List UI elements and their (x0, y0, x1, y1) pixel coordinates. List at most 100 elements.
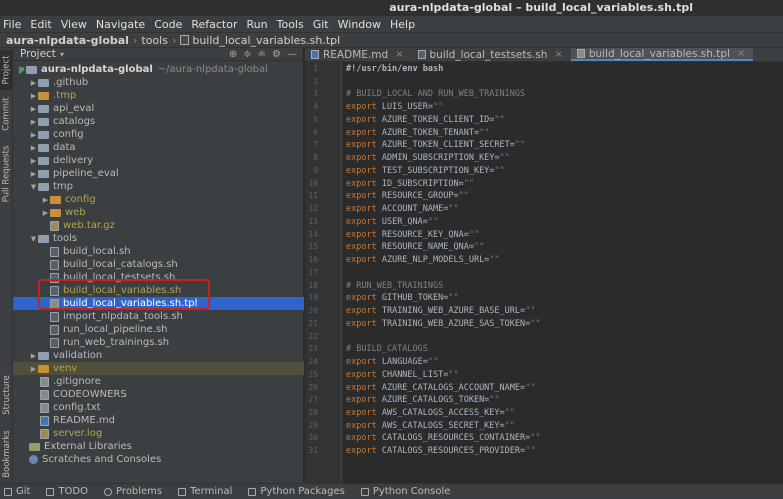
tree-item-config-txt[interactable]: config.txt (13, 401, 304, 414)
menu-help[interactable]: Help (390, 18, 415, 31)
shell-file-icon (50, 324, 59, 335)
tree-item-tmp-hidden[interactable]: ▶ .tmp (13, 89, 304, 102)
chevron-right-icon[interactable]: ▶ (29, 131, 38, 139)
chevron-down-icon[interactable]: ▾ (60, 50, 64, 59)
tree-item-venv[interactable]: ▶ venv (13, 362, 304, 375)
code-line: export GITHUB_TOKEN="" (346, 293, 459, 304)
status-python-packages[interactable]: Python Packages (248, 486, 345, 497)
code-line: #!/usr/bin/env bash (346, 64, 444, 74)
code-line: export CATALOGS_RESOURCES_CONTAINER="" (346, 433, 541, 444)
chevron-right-icon[interactable]: ▶ (41, 209, 50, 217)
menu-tools[interactable]: Tools (277, 18, 304, 31)
tab-readme[interactable]: README.md × (305, 48, 412, 61)
tab-build-local-variables-tpl[interactable]: build_local_variables.sh.tpl × (570, 48, 754, 61)
tree-item-tools[interactable]: ▼ tools (13, 232, 304, 245)
menu-window[interactable]: Window (338, 18, 381, 31)
tree-item-gitignore[interactable]: .gitignore (13, 375, 304, 388)
status-python-console[interactable]: Python Console (360, 486, 450, 497)
tree-item-api-eval[interactable]: ▶ api_eval (13, 102, 304, 115)
tree-item-run-web-trainings[interactable]: run_web_trainings.sh (13, 336, 304, 349)
code-line: # RUN_WEB_TRAININGS (346, 280, 444, 291)
chevron-right-icon: › (171, 33, 177, 47)
tree-item-run-local-pipeline[interactable]: run_local_pipeline.sh (13, 323, 304, 336)
close-icon[interactable]: × (737, 48, 745, 59)
gear-icon[interactable]: ⚙ (272, 49, 281, 60)
menu-view[interactable]: View (61, 18, 87, 31)
tree-item-config[interactable]: ▶ config (13, 128, 304, 141)
chevron-down-icon[interactable]: ▼ (29, 183, 38, 191)
tree-item-tmp-config[interactable]: ▶ config (13, 193, 304, 206)
tree-item-import-nlpdata-tools[interactable]: import_nlpdata_tools.sh (13, 310, 304, 323)
chevron-right-icon[interactable]: ▶ (29, 352, 38, 360)
menu-edit[interactable]: Edit (30, 18, 51, 31)
close-icon[interactable]: × (554, 49, 562, 60)
tree-item-build-local-catalogs[interactable]: build_local_catalogs.sh (13, 258, 304, 271)
breadcrumb-folder[interactable]: tools (141, 34, 168, 47)
folder-icon (38, 234, 49, 243)
tool-tab-commit[interactable]: Commit (0, 94, 13, 134)
expand-all-icon[interactable]: ≑ (243, 49, 251, 60)
close-icon[interactable]: × (395, 49, 403, 60)
collapse-all-icon[interactable]: ≐ (258, 49, 266, 60)
tree-item-external-libraries[interactable]: External Libraries (13, 440, 304, 453)
tree-item-tmp-web[interactable]: ▶ web (13, 206, 304, 219)
breadcrumb: aura-nlpdata-global › tools › build_loca… (0, 32, 783, 48)
tree-item-server-log[interactable]: server.log (13, 427, 304, 440)
chevron-right-icon[interactable]: ▶ (29, 105, 38, 113)
status-todo[interactable]: TODO (46, 486, 88, 497)
status-problems[interactable]: Problems (104, 486, 162, 497)
tool-tab-project[interactable]: Project (0, 50, 13, 90)
chevron-right-icon[interactable]: ▶ (29, 79, 38, 87)
run-icon[interactable] (19, 66, 25, 74)
chevron-right-icon[interactable]: ▶ (29, 118, 38, 126)
chevron-right-icon[interactable]: ▶ (29, 92, 38, 100)
tree-item-readme[interactable]: README.md (13, 414, 304, 427)
tree-item-catalogs[interactable]: ▶ catalogs (13, 115, 304, 128)
menu-git[interactable]: Git (313, 18, 329, 31)
chevron-right-icon[interactable]: ▶ (41, 196, 50, 204)
chevron-down-icon[interactable]: ▼ (29, 235, 38, 243)
tree-item-delivery[interactable]: ▶ delivery (13, 154, 304, 167)
breadcrumb-file[interactable]: build_local_variables.sh.tpl (192, 34, 340, 47)
line-number: 13 (308, 216, 318, 226)
menu-navigate[interactable]: Navigate (96, 18, 145, 31)
breadcrumb-project[interactable]: aura-nlpdata-global (6, 34, 129, 47)
tool-tab-bookmarks[interactable]: Bookmarks (0, 428, 13, 480)
menu-file[interactable]: File (3, 18, 21, 31)
status-terminal[interactable]: Terminal (178, 486, 232, 497)
menu-run[interactable]: Run (247, 18, 268, 31)
tree-item-root[interactable]: ▼ aura-nlpdata-global ~/aura-nlpdata-glo… (13, 63, 304, 76)
shell-file-icon (50, 259, 59, 270)
tree-item-github[interactable]: ▶ .github (13, 76, 304, 89)
chevron-right-icon[interactable]: ▶ (29, 157, 38, 165)
code-line: export AZURE_NLP_MODELS_URL="" (346, 255, 500, 266)
tree-item-pipeline-eval[interactable]: ▶ pipeline_eval (13, 167, 304, 180)
tool-tab-pull-requests[interactable]: Pull Requests (0, 140, 13, 208)
git-icon (4, 487, 12, 496)
tree-item-web-tar-gz[interactable]: web.tar.gz (13, 219, 304, 232)
markdown-file-icon (311, 50, 319, 59)
chevron-right-icon[interactable]: ▶ (29, 144, 38, 152)
chevron-right-icon[interactable]: ▶ (29, 365, 38, 373)
menu-refactor[interactable]: Refactor (191, 18, 237, 31)
code-editor[interactable]: #!/usr/bin/env bash # BUILD_LOCAL AND RUN… (343, 62, 783, 483)
project-panel-header: Project ▾ ⊕ ≑ ≐ ⚙ — (13, 48, 303, 61)
status-git[interactable]: Git (4, 486, 30, 497)
markdown-file-icon (40, 415, 49, 426)
tool-tab-structure[interactable]: Structure (0, 370, 13, 420)
tree-item-data[interactable]: ▶ data (13, 141, 304, 154)
minimize-icon[interactable]: — (287, 49, 297, 60)
tree-item-build-local[interactable]: build_local.sh (13, 245, 304, 258)
folder-icon (38, 182, 49, 191)
tree-item-codeowners[interactable]: CODEOWNERS (13, 388, 304, 401)
chevron-right-icon[interactable]: ▶ (29, 170, 38, 178)
folder-icon (38, 91, 49, 100)
tree-item-validation[interactable]: ▶ validation (13, 349, 304, 362)
tree-item-scratches[interactable]: Scratches and Consoles (13, 453, 304, 466)
project-panel-title[interactable]: Project (20, 48, 56, 60)
tab-build-local-testsets[interactable]: build_local_testsets.sh × (412, 48, 571, 61)
tree-item-tmp[interactable]: ▼ tmp (13, 180, 304, 193)
shell-file-icon (417, 50, 426, 59)
menu-code[interactable]: Code (154, 18, 182, 31)
locate-icon[interactable]: ⊕ (229, 49, 237, 60)
